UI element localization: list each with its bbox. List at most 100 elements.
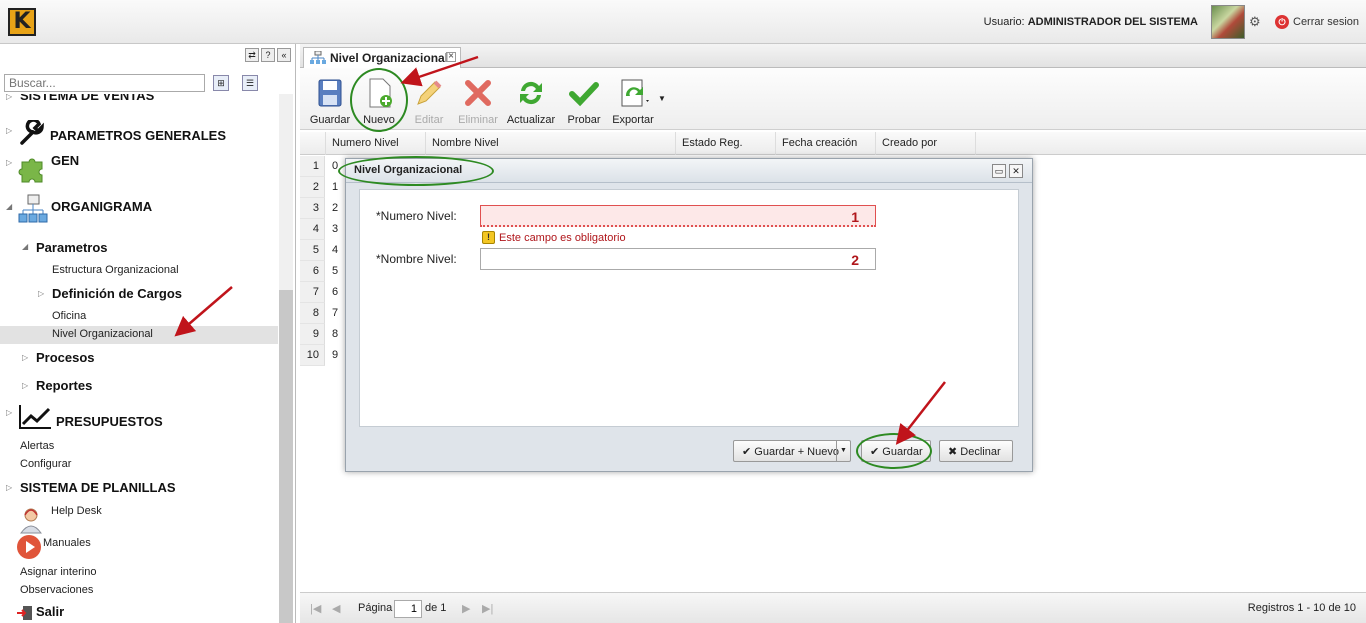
sidebar-item-organigrama[interactable]: ◢ ORGANIGRAMA [0,192,278,228]
tab-label: Nivel Organizacional [330,51,449,65]
expand-icon[interactable]: ▷ [6,126,12,135]
expand-icon[interactable]: ▷ [22,353,28,362]
save-button[interactable]: Guardar [308,76,352,126]
user-info: Usuario: ADMINISTRADOR DEL SISTEMA [984,16,1198,28]
row-number: 4 [300,219,325,240]
expand-icon[interactable]: ▷ [6,158,12,167]
support-person-icon [20,508,42,534]
delete-button[interactable]: Eliminar [456,76,500,126]
expand-icon[interactable]: ▷ [6,94,12,101]
sidebar-item-help-desk[interactable]: Help Desk [0,504,278,534]
refresh-icon[interactable]: ⇄ [245,48,259,62]
search-input[interactable] [4,74,205,92]
avatar[interactable] [1211,5,1245,39]
collapse-icon[interactable]: « [277,48,291,62]
decline-button[interactable]: ✖ Declinar [939,440,1013,462]
expand-icon[interactable]: ▷ [6,408,12,417]
logout-button[interactable]: ⏻ Cerrar sesion [1275,15,1359,29]
numero-nivel-input[interactable] [480,205,876,227]
floppy-icon [318,79,342,107]
page-total: de 1 [425,602,447,614]
numero-nivel-cell: 7 [332,307,339,319]
expand-icon[interactable]: ▷ [6,483,12,492]
sidebar-item-asignar-interino[interactable]: Asignar interino [0,566,278,582]
sidebar-item-parametros[interactable]: ◢ Parametros [0,238,278,258]
numero-nivel-cell: 6 [332,286,339,298]
tab-nivel-organizacional[interactable]: Nivel Organizacional ✕ [303,47,461,68]
sidebar-item-presupuestos[interactable]: ▷ PRESUPUESTOS [0,402,278,432]
sidebar: ⇄ ? « ⊞ ☰ ▷ SISTEMA DE VENTAS ▷ PARAMETR… [0,44,296,623]
row-number: 1 [300,156,325,177]
sidebar-item-procesos[interactable]: ▷ Procesos [0,348,278,368]
export-button[interactable]: Exportar [608,76,658,126]
nombre-nivel-input[interactable] [480,248,876,270]
top-bar: K Usuario: ADMINISTRADOR DEL SISTEMA ⚙ ⏻… [0,0,1366,44]
expand-all-icon[interactable]: ⊞ [213,75,229,91]
column-header-estado-reg[interactable]: Estado Reg. [676,132,776,155]
row-number: 6 [300,261,325,282]
numero-nivel-error: ! Este campo es obligatorio [482,231,626,244]
sidebar-item-reportes[interactable]: ▷ Reportes [0,376,278,396]
sidebar-item-definicion-cargos[interactable]: ▷ Definición de Cargos [0,284,278,304]
sidebar-item-nivel-organizacional[interactable]: Nivel Organizacional [0,326,278,344]
sidebar-item-observaciones[interactable]: Observaciones [0,584,278,600]
toolbar: Guardar Nuevo Editar Eliminar Actualizar… [300,68,1366,130]
edit-button[interactable]: Editar [408,76,450,126]
sidebar-item-gen[interactable]: ▷ GEN [0,152,278,184]
collapse-icon[interactable]: ◢ [22,242,28,251]
last-page-icon[interactable]: ▶| [482,602,493,615]
sidebar-item-sistema-planillas[interactable]: ▷ SISTEMA DE PLANILLAS [0,478,278,498]
menu-tree: ▷ SISTEMA DE VENTAS ▷ PARAMETROS GENERAL… [0,94,278,622]
test-button[interactable]: Probar [564,76,604,126]
expand-icon[interactable]: ▷ [22,381,28,390]
sidebar-item-oficina[interactable]: Oficina [0,308,278,326]
org-chart-icon [18,194,48,223]
maximize-icon[interactable]: ▭ [992,164,1006,178]
check-icon: ✔ [870,446,880,458]
tab-bar: Nivel Organizacional ✕ [300,44,1366,68]
warning-icon: ! [482,231,495,244]
sidebar-item-parametros-generales[interactable]: ▷ PARAMETROS GENERALES [0,120,278,146]
next-page-icon[interactable]: ▶ [462,602,470,615]
numero-nivel-cell: 2 [332,202,339,214]
exit-icon [17,606,32,620]
sidebar-scroll-thumb[interactable] [279,290,293,623]
help-icon[interactable]: ? [261,48,275,62]
sidebar-item-alertas[interactable]: Alertas [0,438,278,454]
checkmark-icon [569,82,599,107]
sidebar-item-configurar[interactable]: Configurar [0,456,278,472]
column-header-numero-nivel[interactable]: Numero Nivel [326,132,426,155]
gear-icon[interactable]: ⚙ [1249,14,1261,30]
expand-icon[interactable]: ▷ [38,289,44,298]
column-header-creado-por[interactable]: Creado por [876,132,976,155]
sidebar-item-sistema-ventas[interactable]: ▷ SISTEMA DE VENTAS [0,94,278,104]
page-label: Página [358,602,393,614]
new-document-icon [369,78,392,108]
pencil-icon [417,80,442,105]
dialog-title: Nivel Organizacional [346,159,1032,183]
prev-page-icon[interactable]: ◀ [332,602,340,615]
new-button[interactable]: Nuevo [358,76,400,126]
close-icon[interactable]: ✕ [446,52,456,62]
save-new-button[interactable]: ✔ Guardar + Nuevo ▼ [733,440,851,462]
power-icon: ⏻ [1275,15,1289,29]
dropdown-arrow-icon[interactable]: ▼ [658,94,666,103]
collapse-icon[interactable]: ◢ [6,202,12,211]
dropdown-arrow-icon[interactable]: ▼ [836,441,850,461]
sidebar-item-estructura[interactable]: Estructura Organizacional [0,262,278,280]
play-icon [17,535,41,559]
numero-nivel-cell: 5 [332,265,339,277]
list-icon[interactable]: ☰ [242,75,258,91]
row-number: 8 [300,303,325,324]
app-logo[interactable]: K [8,8,36,36]
page-input[interactable] [394,600,422,618]
numero-nivel-cell: 8 [332,328,339,340]
first-page-icon[interactable]: |◀ [310,602,321,615]
sidebar-item-salir[interactable]: Salir [0,602,278,622]
close-icon[interactable]: ✕ [1009,164,1023,178]
refresh-button[interactable]: Actualizar [506,76,556,126]
save-button[interactable]: ✔ Guardar [861,440,931,462]
sidebar-item-manuales[interactable]: Manuales [0,534,278,560]
column-header-nombre-nivel[interactable]: Nombre Nivel [426,132,676,155]
column-header-fecha-creacion[interactable]: Fecha creación [776,132,876,155]
